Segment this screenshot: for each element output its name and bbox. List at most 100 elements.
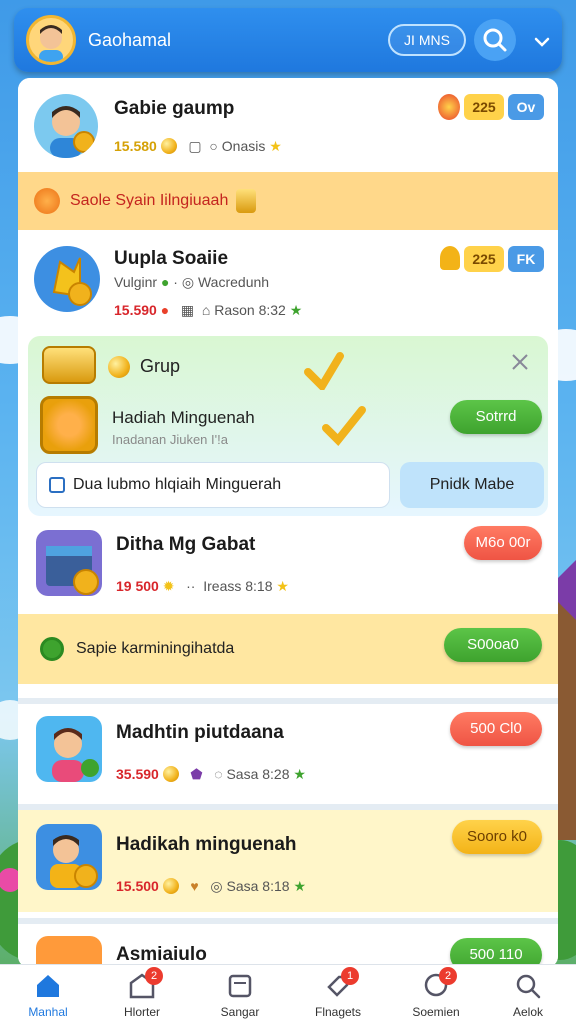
list-item[interactable]: Madhtin piutdaana 35.590 ⬟ ◌ Sasa 8:28 ★…: [18, 698, 558, 798]
tag-icon: 1: [323, 967, 359, 1001]
coin-icon: [160, 138, 177, 154]
row-meta-text: Ireass 8:18: [203, 578, 273, 594]
row-sub: Vulginr ● · ◎ Wacredunh: [114, 274, 270, 290]
reward-claim-button[interactable]: Sotrrd: [450, 400, 542, 434]
row-sub-text: Vulginr: [114, 274, 158, 290]
nav-label: Sangar: [220, 1005, 260, 1019]
user-avatar-icon: [39, 25, 63, 62]
arrow-coin-icon: [304, 350, 344, 393]
user-avatar: [34, 94, 98, 158]
red-gem-icon: ●: [160, 302, 170, 318]
row-name: Uupla Soaiie: [114, 248, 229, 269]
tag-icon: ◌: [214, 766, 223, 782]
nav-item-chat[interactable]: 2 Soemien: [388, 967, 484, 1019]
close-icon[interactable]: [510, 352, 530, 372]
tag-icon: ◎: [210, 878, 223, 894]
header-pill-button[interactable]: JI MNS: [388, 24, 466, 56]
row-meta-text: Onasis: [221, 138, 266, 154]
location-pin-icon: [40, 637, 64, 661]
nav-label: Soemien: [412, 1005, 460, 1019]
notification-badge: 1: [341, 967, 359, 985]
row-action-button[interactable]: M6o 00r: [464, 526, 542, 560]
main-list-panel: Gabie gaump 15.580 ▢ ○ Onasis ★ 225 Ov S…: [18, 78, 558, 968]
notification-badge: 2: [439, 967, 457, 985]
treasure-chest-icon: [40, 396, 98, 454]
row-amount: 15.580: [114, 138, 157, 154]
fire-icon: [438, 94, 460, 120]
inbox-icon: [225, 971, 255, 1001]
row-name: Madhtin piutdaana: [116, 722, 284, 743]
nav-item-search[interactable]: Aelok: [480, 971, 576, 1019]
heart-icon: ♥: [190, 878, 199, 894]
checkmark-coin-icon: [318, 398, 368, 448]
row-sub2-text: Wacredunh: [197, 274, 270, 290]
clipboard-icon: ▢: [188, 138, 202, 154]
group-reward-card: Grup Hadiah Minguenah Inadanan Jiuken I'…: [28, 336, 548, 516]
list-item[interactable]: Hadikah minguenah 15.500 ♥ ◎ Sasa 8:18 ★…: [18, 804, 558, 912]
list-item[interactable]: Asmiaiulo 500 110: [18, 918, 558, 968]
row-meta-text: Sasa 8:28: [226, 766, 290, 782]
star-icon: ★: [269, 138, 282, 154]
shop-icon: 2: [127, 967, 163, 1001]
row-amount: 15.590: [114, 302, 157, 318]
orange-badge-icon: [34, 188, 60, 214]
user-avatar: [36, 824, 102, 890]
dialog-action-button[interactable]: Pnidk Mabe: [400, 462, 544, 508]
nav-item-inbox[interactable]: Sangar: [192, 971, 288, 1019]
list-item[interactable]: Ditha Mg Gabat 19 500 ✹ ·· Ireass 8:18 ★…: [18, 522, 558, 612]
row-meta: 15.580 ▢ ○ Onasis ★: [114, 138, 282, 155]
clock-icon: ○: [209, 138, 218, 154]
row-amount: 15.500: [116, 878, 159, 894]
row-meta: 15.500 ♥ ◎ Sasa 8:18 ★: [116, 878, 306, 895]
header-search-button[interactable]: [474, 19, 516, 61]
star-icon: ★: [293, 766, 306, 782]
shield-icon: ⬟: [190, 766, 203, 782]
row-amount: 19 500: [116, 578, 159, 594]
notification-badge: 2: [145, 967, 163, 985]
group-avatar: [34, 246, 100, 312]
list-item[interactable]: Uupla Soaiie Vulginr ● · ◎ Wacredunh 15.…: [18, 230, 558, 336]
reward-sub: Inadanan Jiuken I'!a: [112, 432, 228, 447]
nav-item-tags[interactable]: 1 Flnagets: [290, 967, 386, 1019]
row-name: Gabie gaump: [114, 98, 235, 119]
compass-icon: ◎: [181, 274, 195, 290]
bottom-navigation: Manhal 2 Hlorter Sangar 1 Flnagets 2 Soe…: [0, 964, 576, 1024]
row-meta-text: Rason 8:32: [214, 302, 286, 318]
sun-icon: ✹: [162, 578, 175, 594]
star-icon: ★: [276, 578, 289, 594]
nav-label: Hlorter: [123, 1005, 160, 1019]
banner-action-button[interactable]: S00oa0: [444, 628, 542, 662]
coin-icon: [162, 878, 179, 894]
bell-icon: [440, 246, 460, 270]
banner-text: Saole Syain Iilngiuaah: [70, 192, 229, 209]
coin-stack-icon: [236, 189, 257, 213]
banner-text: Sapie karminingihatda: [76, 640, 235, 657]
count-badge: 225: [464, 94, 504, 120]
count-badge: 225: [464, 246, 504, 272]
star-icon: ★: [289, 302, 303, 318]
row-action-button[interactable]: Sooro k0: [452, 820, 542, 854]
nav-item-home[interactable]: Manhal: [0, 971, 96, 1019]
dialog-text-field[interactable]: Dua lubmo hlqiaih Minguerah: [36, 462, 390, 508]
coin-icon: [108, 356, 130, 378]
tag-badge[interactable]: Ov: [508, 94, 544, 120]
reward-title: Hadiah Minguenah: [112, 408, 255, 427]
row-meta: 35.590 ⬟ ◌ Sasa 8:28 ★: [116, 766, 306, 783]
app-header: Gaohamal JI MNS: [14, 8, 562, 72]
checkbox-icon: [49, 477, 65, 493]
search-icon: [513, 971, 543, 1001]
shop-avatar: [36, 530, 102, 596]
nav-label: Aelok: [512, 1005, 544, 1019]
tag-badge[interactable]: FK: [508, 246, 544, 272]
nav-label: Manhal: [28, 1005, 68, 1019]
chevron-down-icon[interactable]: [532, 32, 552, 52]
home-icon: [33, 971, 63, 1001]
nav-item-shop[interactable]: 2 Hlorter: [94, 967, 190, 1019]
list-item[interactable]: Gabie gaump 15.580 ▢ ○ Onasis ★ 225 Ov: [18, 78, 558, 172]
promo-banner[interactable]: Saole Syain Iilngiuaah: [18, 172, 558, 230]
profile-avatar[interactable]: [26, 15, 76, 65]
user-avatar: [36, 716, 102, 782]
row-amount: 35.590: [116, 766, 159, 782]
row-name: Asmiaiulo: [116, 944, 207, 965]
row-action-button[interactable]: 500 Cl0: [450, 712, 542, 746]
